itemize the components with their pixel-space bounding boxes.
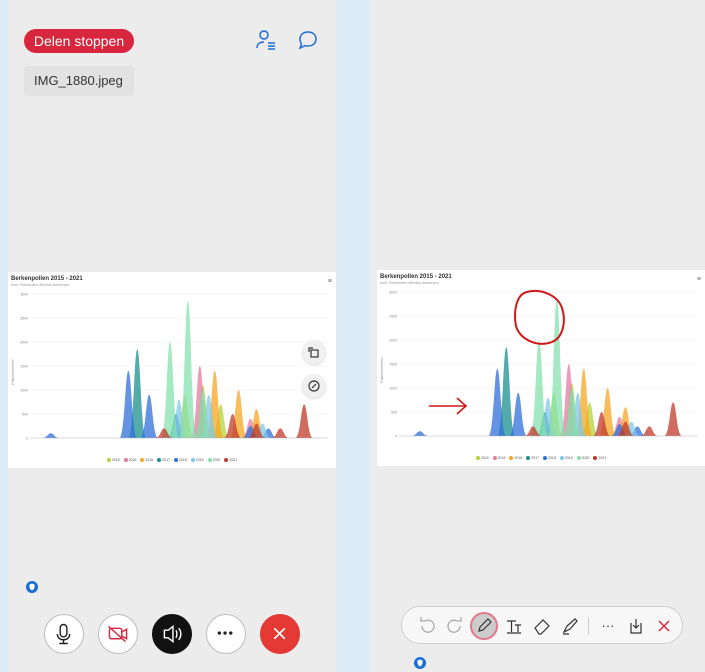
series-area-2021 — [295, 404, 314, 438]
end-call-icon — [273, 627, 286, 640]
mic-icon — [56, 623, 71, 645]
end-call-button[interactable] — [260, 614, 300, 654]
sharing-screen: Delen stoppen IMG_1880.jpeg Berkenpollen… — [8, 0, 336, 672]
eraser-icon[interactable] — [530, 614, 554, 638]
legend-item: 2019 — [190, 458, 204, 463]
redo-icon[interactable] — [442, 614, 466, 638]
y-tick-label: 1500 — [20, 365, 28, 369]
y-tick-label: 2000 — [20, 341, 28, 345]
speaker-button[interactable] — [152, 614, 192, 654]
legend-item: 2015 — [106, 458, 120, 463]
legend-item: 2021 — [224, 458, 237, 463]
y-tick-label: 0 — [26, 437, 28, 441]
annotation-toolbar: ··· — [401, 606, 683, 644]
legend-item: 2020 — [207, 458, 220, 463]
legend-swatch — [157, 458, 162, 463]
y-tick-label: 500 — [22, 413, 28, 417]
y-tick-label: 2500 — [20, 317, 28, 321]
more-icon[interactable]: ··· — [596, 614, 620, 638]
annotate-icon — [308, 380, 320, 392]
rotate-button[interactable] — [302, 340, 326, 364]
y-tick-label: 3000 — [20, 293, 28, 297]
legend-item: 2018 — [174, 458, 187, 463]
undo-icon[interactable] — [416, 614, 440, 638]
shared-chart-card-annotated: Berkenpollen 2015 - 2021 bron: Pollenmee… — [377, 270, 705, 466]
shared-chart-card: Berkenpollen 2015 - 2021 bron: Pollenmee… — [8, 272, 336, 468]
chart-legend: 2015 2016 2016 2017 2018 2019 2020 2021 — [8, 458, 336, 463]
annotation-screen: Berkenpollen 2015 - 2021 bron: Pollenmee… — [371, 0, 705, 672]
y-tick-label: 1000 — [20, 389, 28, 393]
chat-icon[interactable] — [296, 28, 320, 52]
chart-plot: 3000 2500 2000 1500 1000 500 0 Pollenkorrels/m³ — [11, 293, 328, 441]
series-area-2018 — [41, 433, 60, 438]
video-toggle-button[interactable] — [98, 614, 138, 654]
legend-item: 2016 — [140, 458, 153, 463]
legend-swatch — [224, 458, 229, 463]
legend-swatch — [123, 458, 128, 463]
participants-icon[interactable] — [254, 28, 278, 52]
stop-sharing-button[interactable]: Delen stoppen — [24, 29, 134, 53]
legend-swatch — [140, 458, 145, 463]
more-options-button[interactable] — [206, 614, 246, 654]
shield-icon — [26, 581, 38, 593]
annotation-circle — [514, 290, 565, 345]
toolbar-divider — [588, 617, 589, 635]
y-axis-label: Pollenkorrels/m³ — [11, 359, 15, 385]
annotate-button[interactable] — [302, 374, 326, 398]
more-icon — [217, 631, 233, 635]
legend-swatch — [106, 458, 111, 463]
legend-item: 2017 — [157, 458, 170, 463]
pen-icon — [478, 618, 492, 632]
shield-icon — [414, 657, 426, 669]
legend-swatch — [190, 458, 195, 463]
highlighter-icon[interactable] — [558, 614, 582, 638]
pen-tool-button[interactable] — [470, 612, 498, 640]
legend-item: 2016 — [123, 458, 136, 463]
annotation-arrow — [429, 397, 468, 415]
text-icon[interactable] — [502, 614, 526, 638]
annotation-layer[interactable] — [377, 270, 705, 466]
mute-button[interactable] — [44, 614, 84, 654]
speaker-icon — [163, 624, 182, 644]
close-icon[interactable] — [652, 614, 676, 638]
save-icon[interactable] — [624, 614, 648, 638]
rotate-icon — [308, 347, 319, 358]
video-off-icon — [108, 625, 128, 643]
shared-file-name: IMG_1880.jpeg — [24, 66, 134, 96]
legend-swatch — [174, 458, 178, 463]
legend-swatch — [207, 458, 212, 463]
